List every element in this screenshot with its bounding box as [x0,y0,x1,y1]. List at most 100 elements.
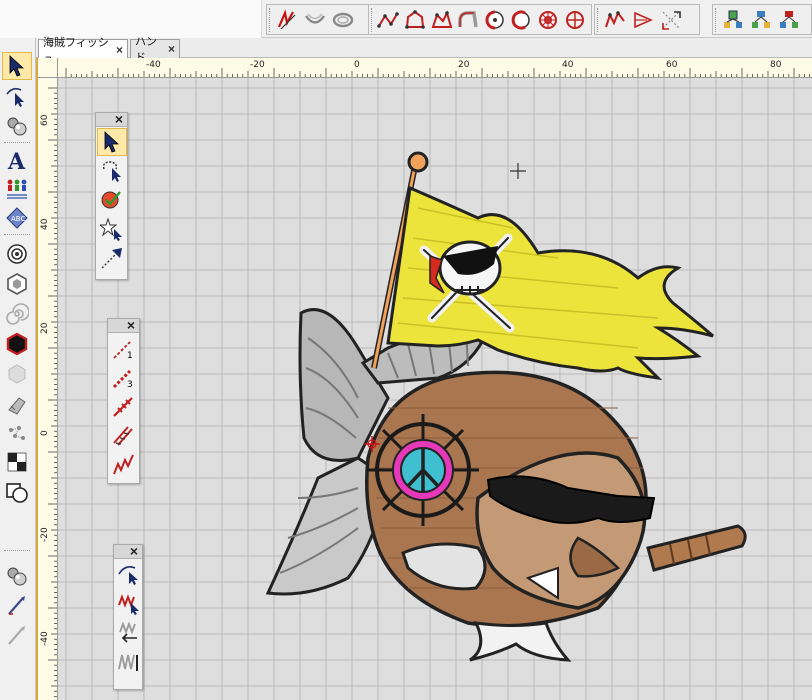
close-icon[interactable]: × [130,543,138,559]
close-icon[interactable]: × [127,317,135,333]
stitch-edit-button[interactable] [114,647,144,675]
overlap-shape-button[interactable] [2,478,32,506]
ruler-label: -40 [40,631,50,646]
close-tab-icon[interactable]: × [116,43,123,57]
zigzag-path-button[interactable] [602,7,628,33]
edit-zigzag-button[interactable] [114,589,144,617]
hexagon-gray-icon [8,364,26,384]
spiral-icon [6,303,29,325]
needle-tool-button[interactable] [2,592,32,620]
monogram-tool-button[interactable] [2,174,32,202]
satin-line-button[interactable] [109,421,139,449]
half-circle-icon [485,10,504,29]
select-tool-button[interactable] [2,52,32,80]
application-window: A ABC 海賊フィッシ × ハン × -40 -20 0 20 40 60 8… [0,0,812,700]
point-edit-tool-button[interactable] [2,82,32,110]
stitch-count-label: 1 [127,351,133,360]
stitch-points-button[interactable] [2,420,32,448]
star-wheel-button[interactable] [536,7,561,33]
crescent-button[interactable] [509,7,534,33]
palette-titlebar[interactable]: × [114,543,142,559]
spheres-icon [7,567,27,586]
tab-hand[interactable]: ハンド × [130,36,180,64]
dots-icon [9,426,25,440]
palette-titlebar[interactable]: × [96,111,127,127]
point-select-button[interactable] [97,244,127,272]
run-stitch-icon: 1 [112,341,133,360]
hexagon-red-icon [6,332,28,356]
toolbar-grip-icon[interactable] [371,8,374,32]
flag-pole-knob [407,151,429,173]
arc-shape-icon [458,10,478,27]
close-icon[interactable]: × [115,111,123,127]
ruler-label: 0 [40,430,50,436]
arrow-run-button[interactable] [109,392,139,420]
hexagon-gray-button[interactable] [2,360,32,388]
toolbar-grip-icon[interactable] [715,8,718,32]
zigzag-run-button[interactable] [109,450,139,478]
ruler-label: 20 [40,322,50,334]
ruler-label: 60 [666,60,678,70]
group-button[interactable] [748,7,774,33]
circle-shape-button[interactable] [2,240,32,268]
reshape-cursor-icon [118,566,138,585]
needle-icon [8,596,25,615]
closed-shape-button[interactable] [403,7,428,33]
ruler-label: -20 [40,527,50,542]
ruler-label: 80 [770,60,782,70]
curve-path-icon [305,12,325,24]
align-button[interactable] [720,7,746,33]
tab-pirate-fish[interactable]: 海賊フィッシュ × [38,37,128,65]
align-icon [724,10,742,28]
hexagon-outline-icon [7,273,27,295]
manual-stitch-button[interactable] [274,7,300,33]
order-button[interactable] [776,7,802,33]
stitch-simulate-button[interactable] [2,112,32,140]
text-tool-button[interactable]: A [2,146,32,174]
toolbar-grip-icon[interactable] [597,8,600,32]
arc-shape-button[interactable] [456,7,481,33]
color-select-button[interactable] [97,186,127,214]
hexagon-shape-button[interactable] [2,270,32,298]
reshape-button[interactable] [114,560,144,588]
toolbar-group-shapes [368,4,592,35]
checker-fill-button[interactable] [2,448,32,476]
ruler-label: -40 [146,60,161,70]
ring-button[interactable] [330,7,356,33]
eraser-tool-button[interactable] [2,390,32,418]
appliqué-button[interactable] [302,7,328,33]
radial-button[interactable] [562,7,587,33]
arrow-cursor-icon [104,131,119,153]
back-stitch-button[interactable] [114,618,144,646]
hexagon-fill-button[interactable] [2,330,32,358]
spiral-shape-button[interactable] [2,300,32,328]
run-stitch-3-button[interactable]: 3 [109,363,139,391]
design-canvas[interactable] [58,78,812,700]
toolbar-blank-area [0,0,262,38]
complex-shape-button[interactable] [429,7,454,33]
open-polyline-icon [377,11,400,28]
half-circle-button[interactable] [483,7,508,33]
palette-titlebar[interactable]: × [108,317,139,333]
needle-gray-icon [8,626,25,645]
emblem-tool-button[interactable]: ABC [2,204,32,232]
arrow-path-button[interactable] [630,7,656,33]
transform-button[interactable] [658,7,684,33]
lasso-select-button[interactable] [97,157,127,185]
embroidery-view-button[interactable] [2,562,32,590]
open-shape-button[interactable] [376,7,401,33]
select-arrow-button[interactable] [96,128,127,156]
needle-gray-button[interactable] [2,622,32,650]
radial-icon [565,10,584,29]
design-workspace[interactable]: -40 -20 0 20 40 60 80 60 40 20 0 -20 -40 [36,58,812,700]
ruler-label: 60 [40,114,50,126]
magic-select-button[interactable] [97,215,127,243]
toolbar-grip-icon[interactable] [269,8,272,32]
stitch-count-label: 3 [127,380,133,389]
letter-a-icon: A [7,149,26,172]
order-icon [780,10,798,28]
close-tab-icon[interactable]: × [168,42,175,56]
ruler-corner [38,58,58,78]
run-stitch-1-button[interactable]: 1 [109,334,139,362]
ruler-label: 20 [458,60,470,70]
